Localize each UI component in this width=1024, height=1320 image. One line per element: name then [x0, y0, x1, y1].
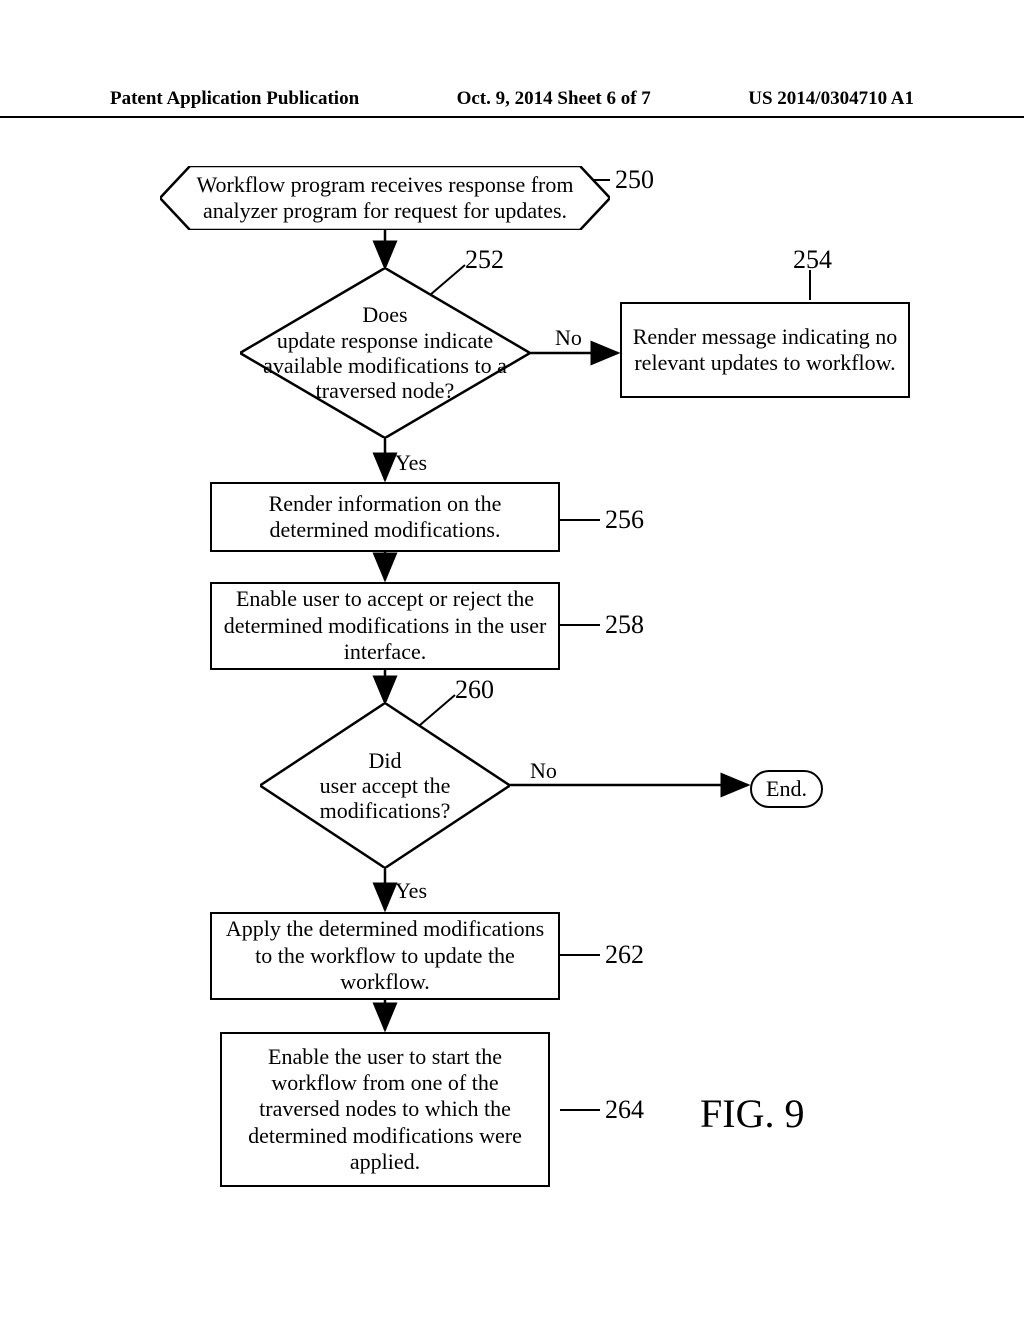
- node-end-text: End.: [766, 776, 807, 802]
- figure-caption: FIG. 9: [700, 1090, 804, 1137]
- label-252-yes: Yes: [395, 450, 427, 476]
- ref-256: 256: [605, 505, 644, 535]
- node-254-text: Render message indicating no relevant up…: [632, 324, 898, 377]
- node-258-text: Enable user to accept or reject the dete…: [222, 586, 548, 665]
- label-252-no: No: [555, 325, 582, 351]
- ref-260: 260: [455, 675, 494, 705]
- node-254-box: Render message indicating no relevant up…: [620, 302, 910, 398]
- ref-250: 250: [615, 165, 654, 195]
- node-256-text: Render information on the determined mod…: [222, 491, 548, 544]
- ref-264: 264: [605, 1095, 644, 1125]
- node-260-text: Did user accept the modifications?: [320, 748, 451, 824]
- ref-252: 252: [465, 245, 504, 275]
- node-end: End.: [750, 770, 823, 808]
- node-252-text: Does update response indicate available …: [263, 302, 507, 403]
- node-260-decision: Did user accept the modifications?: [260, 703, 510, 868]
- label-260-yes: Yes: [395, 878, 427, 904]
- flowchart: Workflow program receives response from …: [0, 0, 1024, 1320]
- label-260-no: No: [530, 758, 557, 784]
- ref-254: 254: [793, 245, 832, 275]
- node-250-text: Workflow program receives response from …: [160, 172, 610, 225]
- node-252-decision: Does update response indicate available …: [240, 268, 530, 438]
- ref-262: 262: [605, 940, 644, 970]
- node-264-box: Enable the user to start the workflow fr…: [220, 1032, 550, 1187]
- ref-258: 258: [605, 610, 644, 640]
- node-264-text: Enable the user to start the workflow fr…: [232, 1044, 538, 1176]
- node-250-start: Workflow program receives response from …: [160, 166, 610, 230]
- node-256-box: Render information on the determined mod…: [210, 482, 560, 552]
- node-262-box: Apply the determined modifications to th…: [210, 912, 560, 1000]
- node-258-box: Enable user to accept or reject the dete…: [210, 582, 560, 670]
- node-262-text: Apply the determined modifications to th…: [222, 916, 548, 995]
